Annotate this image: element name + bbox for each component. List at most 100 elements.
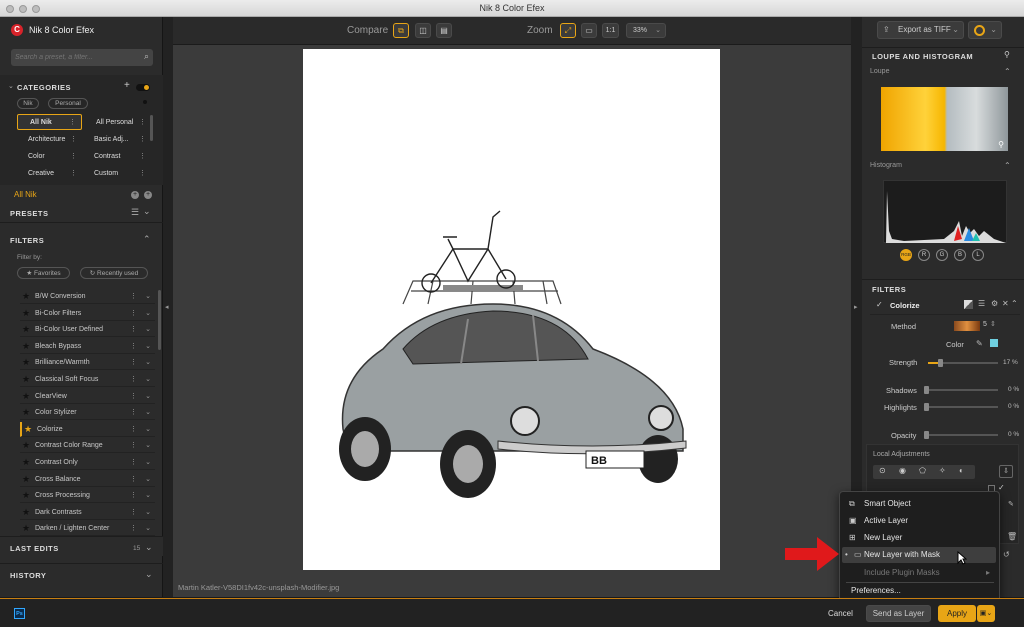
last-edits-section[interactable]: LAST EDITS 15 ⌄ [0,536,163,556]
filter-item[interactable]: ★ Color Stylizer ⋮ ⌄ [20,405,155,421]
channel-button-rgb[interactable]: RGB [900,249,912,261]
cancel-button[interactable]: Cancel [828,609,853,618]
add-adjustment-icon[interactable]: ⇩ [999,465,1013,478]
star-icon[interactable]: ★ [24,422,32,437]
star-icon[interactable]: ★ [22,438,30,453]
favorites-filter-button[interactable]: ★ Favorites [17,267,70,279]
left-panel-collapse[interactable]: ◂ [163,17,173,597]
list-view-icon[interactable]: ☰ [131,207,139,218]
compare-overlay-button[interactable]: ⧉ [393,23,409,38]
zoom-level-select[interactable]: 33% ⌄ [626,23,666,38]
more-icon[interactable]: ⋮ [130,355,137,370]
filter-item[interactable]: ★ Dark Contrasts ⋮ ⌄ [20,505,155,520]
filter-item[interactable]: ★ Bi-Color User Defined ⋮ ⌄ [20,322,155,338]
send-as-layer-button[interactable]: Send as Layer [866,605,931,622]
trash-icon[interactable]: 🗑 [1007,532,1017,541]
more-icon[interactable]: ⋮ [130,472,137,487]
star-icon[interactable]: ★ [22,372,30,387]
star-icon[interactable]: ★ [22,322,30,337]
star-icon[interactable]: ★ [22,505,30,520]
opacity-slider[interactable] [924,431,998,439]
search-input[interactable] [15,51,133,63]
chevron-down-icon[interactable]: ⌄ [145,389,151,404]
chevron-down-icon[interactable]: ⌄ [145,488,151,503]
chevron-down-icon[interactable]: ⌄ [145,322,151,337]
category-custom[interactable]: Custom ⋮ [86,166,146,182]
chevron-down-icon[interactable]: ⌄ [145,306,151,321]
add-filter-icon[interactable]: + [144,191,152,199]
filter-item[interactable]: ★ Bleach Bypass ⋮ ⌄ [20,339,155,354]
category-contrast[interactable]: Contrast ⋮ [86,149,146,165]
filter-item[interactable]: ★ Cross Balance ⋮ ⌄ [20,472,155,487]
star-icon[interactable]: ★ [22,306,30,321]
filter-item[interactable]: ★ B/W Conversion ⋮ ⌄ [20,289,155,304]
channel-button-l[interactable]: L [972,249,984,261]
filter-item[interactable]: ★ Contrast Only ⋮ ⌄ [20,455,155,470]
minimize-window-button[interactable] [19,5,27,13]
category-all-nik[interactable]: All Nik ⋮ [17,114,82,130]
more-icon[interactable]: ⋮ [130,521,137,536]
channel-button-b[interactable]: B [954,249,966,261]
compare-side-button[interactable]: ▤ [436,23,452,38]
filter-item[interactable]: ★ Brilliance/Warmth ⋮ ⌄ [20,355,155,371]
categories-scrollbar[interactable] [150,115,153,141]
chevron-down-icon[interactable]: ⌄ [145,339,151,354]
reset-icon[interactable]: ↺ [1003,550,1010,559]
star-icon[interactable]: ★ [22,455,30,470]
shadows-slider[interactable] [924,386,998,394]
eyedropper-icon[interactable]: ✎ [976,339,983,348]
more-icon[interactable]: ⋮ [130,405,137,420]
search-box[interactable]: ⌕ [11,49,153,66]
category-creative[interactable]: Creative ⋮ [17,166,82,182]
channel-button-r[interactable]: R [918,249,930,261]
apply-options-button[interactable]: ▣⌄ [977,605,995,622]
chevron-down-icon[interactable]: ⌄ [145,405,151,420]
loupe-preview[interactable]: ⚲ [881,87,1008,151]
more-icon[interactable]: ⋮ [130,488,137,503]
category-color[interactable]: Color ⋮ [17,149,82,165]
color-swatch[interactable] [990,339,998,347]
more-icon[interactable]: ⋮ [130,306,137,321]
filter-item[interactable]: ★ Bi-Color Filters ⋮ ⌄ [20,306,155,321]
add-preset-icon[interactable]: + [131,191,139,199]
filter-item[interactable]: ★ ClearView ⋮ ⌄ [20,389,155,404]
colorize-filter-row[interactable]: ✓ Colorize ☰ ⚙ ✕ ⌃ [870,297,1020,315]
luminosity-icon[interactable]: ◐ [959,466,964,475]
chevron-down-icon[interactable]: ⌄ [145,438,151,453]
more-icon[interactable]: ⋮ [130,372,137,387]
menu-new-layer[interactable]: ⊞ New Layer [842,530,996,546]
lasso-icon[interactable]: ◉ [899,466,906,475]
chevron-down-icon[interactable]: ⌄ [145,422,151,437]
method-swatch[interactable] [954,321,980,331]
more-icon[interactable]: ⋮ [130,389,137,404]
gear-icon[interactable]: ⚙ [991,299,998,308]
export-format-select[interactable]: ⇪ Export as TIFF ⌄ [877,21,964,39]
more-icon[interactable]: ⋮ [130,438,137,453]
filter-list-scrollbar[interactable] [158,290,161,350]
star-icon[interactable]: ★ [22,355,30,370]
zoom-one-to-one-button[interactable]: 1:1 [602,23,619,38]
strength-slider[interactable] [928,359,998,367]
chevron-down-icon[interactable]: ⌄ [145,569,153,580]
toggle-switch[interactable] [136,84,150,91]
more-icon[interactable]: ⋮ [130,455,137,470]
zoom-fill-button[interactable]: ▭ [581,23,597,38]
image-canvas[interactable]: BB [303,49,720,570]
chevron-down-icon[interactable]: ⌄ [145,472,151,487]
more-icon[interactable]: ⋮ [130,422,137,437]
chevron-up-icon[interactable]: ⌃ [143,234,151,245]
menu-new-layer-with-mask[interactable]: • ▭ New Layer with Mask [842,547,996,563]
chevron-up-icon[interactable]: ⌃ [1004,67,1011,76]
chip-nik[interactable]: Nik [17,98,39,109]
chevron-up-icon[interactable]: ⌃ [1004,161,1011,170]
close-window-button[interactable] [6,5,14,13]
menu-smart-object[interactable]: ⧉ Smart Object [842,496,996,512]
category-architecture[interactable]: Architecture ⋮ [17,132,82,148]
star-icon[interactable]: ★ [22,521,30,536]
filters-header[interactable]: FILTERS ⌃ [0,230,163,250]
chevron-down-icon[interactable]: ⌄ [145,521,151,536]
history-section[interactable]: HISTORY ⌄ [0,563,163,583]
chevron-down-icon[interactable]: ⌄ [145,372,151,387]
filters-panel-header[interactable]: FILTERS [862,279,1024,294]
check-icon[interactable]: ✓ [876,300,883,309]
